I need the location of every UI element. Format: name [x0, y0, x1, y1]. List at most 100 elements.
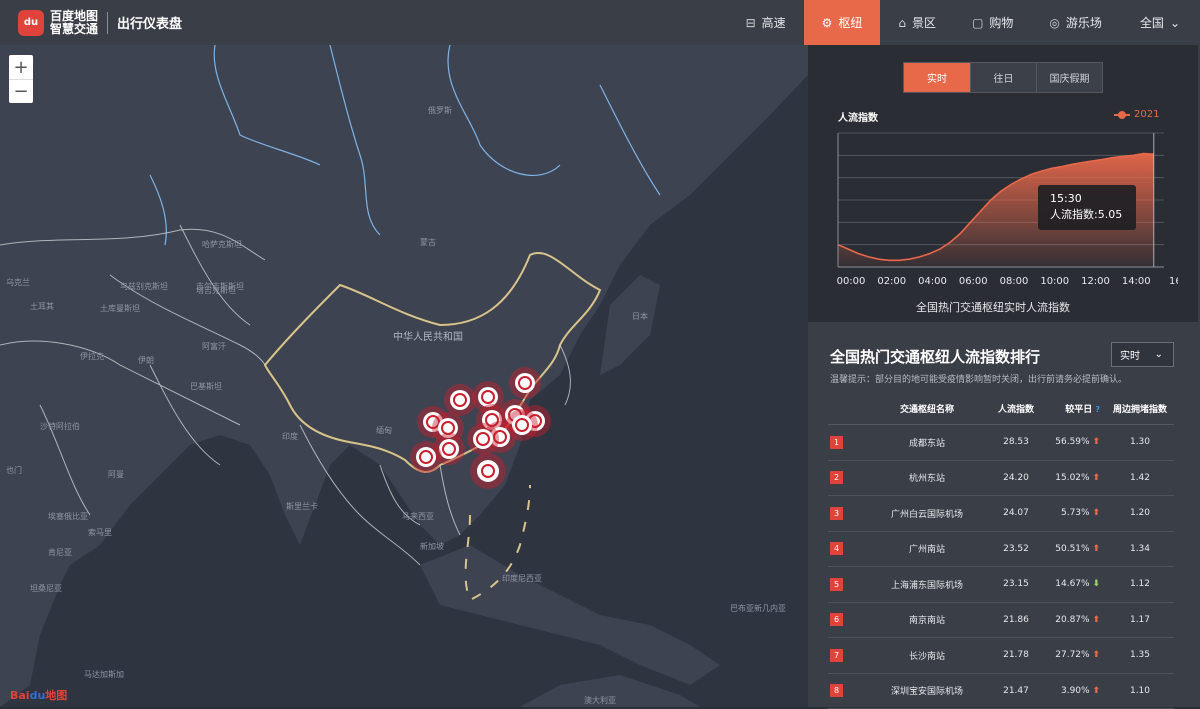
nav-hub[interactable]: ⚙枢纽	[804, 0, 881, 45]
map-label-indonesia: 印度尼西亚	[502, 573, 542, 584]
table-row[interactable]: 7长沙南站21.7827.72% ⬆1.35	[828, 638, 1174, 674]
arrow-up-icon: ⬆	[1092, 508, 1100, 518]
table-row[interactable]: 1成都东站28.5356.59% ⬆1.30	[828, 425, 1174, 461]
compare-value: 20.87%	[1055, 615, 1089, 625]
nav-highway[interactable]: ⊟ 高速	[728, 0, 804, 45]
x-tick-label: 06:00	[959, 276, 988, 285]
map-label-australia: 澳大利亚	[584, 695, 616, 706]
rank-badge: 5	[830, 578, 843, 591]
map-label-iran: 伊朗	[138, 355, 154, 366]
brand-line2: 智慧交通	[50, 23, 98, 36]
chart-title: 人流指数	[838, 109, 878, 124]
compare-value: 14.67%	[1055, 579, 1089, 589]
header-name: 交通枢纽名称	[864, 402, 990, 415]
table-row[interactable]: 8深圳宝安国际机场21.473.90% ⬆1.10	[828, 674, 1174, 709]
ranking-tip: 温馨提示：部分目的地可能受疫情影响暂时关闭，出行前请务必提前确认。	[830, 372, 1127, 385]
table-row[interactable]: 6南京南站21.8620.87% ⬆1.17	[828, 603, 1174, 639]
rank-badge: 3	[830, 507, 843, 520]
zoom-in-button[interactable]: +	[9, 55, 33, 79]
tab-national-day[interactable]: 国庆假期	[1036, 63, 1102, 92]
table-row[interactable]: 4广州南站23.5250.51% ⬆1.34	[828, 532, 1174, 568]
compare-cell: 5.73% ⬆	[1042, 508, 1106, 518]
table-body: 1成都东站28.5356.59% ⬆1.302杭州东站24.2015.02% ⬆…	[828, 425, 1174, 709]
map-label-somalia: 索马里	[88, 527, 112, 538]
map-label-india: 印度	[282, 431, 298, 442]
rank-badge: 7	[830, 649, 843, 662]
compare-value: 56.59%	[1055, 437, 1089, 447]
ranking-period-select[interactable]: 实时⌄	[1111, 342, 1174, 367]
map-label-ethiopia: 埃塞俄比亚	[48, 511, 88, 522]
scenic-icon: ⌂	[898, 16, 906, 30]
map-label-uzbekistan: 乌兹别克斯坦	[120, 281, 168, 292]
congestion-index: 1.20	[1106, 508, 1174, 518]
compare-value: 15.02%	[1055, 473, 1089, 483]
x-tick-label: 10:00	[1040, 276, 1069, 285]
brand-logo[interactable]: du 百度地图 智慧交通 出行仪表盘	[18, 10, 182, 36]
chart-legend[interactable]: 2021	[1114, 109, 1159, 120]
chevron-down-icon: ⌄	[1155, 349, 1163, 360]
congestion-index: 1.30	[1106, 437, 1174, 447]
header-compare: 较平日 ?	[1042, 402, 1106, 415]
nav-scenic[interactable]: ⌂景区	[880, 0, 954, 45]
hub-icon: ⚙	[822, 16, 833, 30]
arrow-up-icon: ⬆	[1092, 473, 1100, 483]
rank-cell: 4	[828, 542, 864, 555]
rank-cell: 8	[828, 684, 864, 697]
table-row[interactable]: 5上海浦东国际机场23.1514.67% ⬇1.12	[828, 567, 1174, 603]
nav-label: 高速	[762, 14, 786, 31]
zoom-control: + −	[9, 55, 33, 103]
map-canvas	[0, 45, 808, 707]
legend-label: 2021	[1134, 109, 1159, 120]
legend-line-icon	[1114, 114, 1130, 116]
x-tick-label: 02:00	[877, 276, 906, 285]
congestion-index: 1.34	[1106, 544, 1174, 554]
chevron-down-icon: ⌄	[1170, 16, 1180, 30]
baidu-map-logo[interactable]: Baidu地图	[10, 687, 67, 703]
table-header: 交通枢纽名称 人流指数 较平日 ? 周边拥堵指数	[828, 393, 1174, 425]
hub-name: 杭州东站	[864, 471, 990, 484]
region-dropdown[interactable]: 全国⌄	[1120, 0, 1200, 45]
arrow-up-icon: ⬆	[1092, 686, 1100, 696]
rank-cell: 6	[828, 613, 864, 626]
nav-shopping[interactable]: ▢购物	[954, 0, 1031, 45]
nav-label: 游乐场	[1066, 14, 1102, 31]
baidu-logo-icon: du	[18, 10, 44, 36]
map-label-iraq: 伊拉克	[80, 351, 104, 362]
nav-label: 购物	[989, 14, 1013, 31]
rank-cell: 3	[828, 507, 864, 520]
hub-name: 长沙南站	[864, 649, 990, 662]
arrow-up-icon: ⬆	[1092, 544, 1100, 554]
highway-icon: ⊟	[746, 16, 756, 30]
tab-realtime[interactable]: 实时	[904, 63, 970, 92]
compare-value: 3.90%	[1061, 686, 1090, 696]
arrow-down-icon: ⬇	[1092, 579, 1100, 589]
map-view[interactable]: + − 俄罗斯 哈萨克斯坦 蒙古 中华人民共和国 日本 乌兹别克斯坦 吉尔吉斯斯…	[0, 45, 808, 707]
logo-bai: Bai	[10, 689, 30, 702]
rank-badge: 2	[830, 471, 843, 484]
compare-value: 5.73%	[1061, 508, 1090, 518]
rank-cell: 7	[828, 649, 864, 662]
compare-cell: 56.59% ⬆	[1042, 437, 1106, 447]
map-label-afghanistan: 阿富汗	[202, 341, 226, 352]
map-label-tanzania: 坦桑尼亚	[30, 583, 62, 594]
compare-cell: 3.90% ⬆	[1042, 686, 1106, 696]
brand-divider	[107, 12, 108, 34]
map-label-myanmar: 缅甸	[376, 425, 392, 436]
flow-index: 23.52	[990, 544, 1042, 554]
header-index: 人流指数	[990, 402, 1042, 415]
help-icon[interactable]: ?	[1095, 405, 1100, 414]
header-congestion: 周边拥堵指数	[1106, 402, 1174, 415]
side-panel: 实时 往日 国庆假期 人流指数 2021 00:0002:0004:0006:0…	[808, 45, 1200, 707]
flow-index: 24.20	[990, 473, 1042, 483]
compare-cell: 50.51% ⬆	[1042, 544, 1106, 554]
tab-history[interactable]: 往日	[970, 63, 1036, 92]
compare-value: 50.51%	[1055, 544, 1089, 554]
nav-amusement[interactable]: ◎游乐场	[1031, 0, 1120, 45]
chart-tooltip: 15:30 人流指数:5.05	[1038, 185, 1136, 230]
table-row[interactable]: 3广州白云国际机场24.075.73% ⬆1.20	[828, 496, 1174, 532]
rank-badge: 1	[830, 436, 843, 449]
table-row[interactable]: 2杭州东站24.2015.02% ⬆1.42	[828, 461, 1174, 497]
ranking-title: 全国热门交通枢纽人流指数排行	[830, 346, 1040, 367]
zoom-out-button[interactable]: −	[9, 79, 33, 103]
tooltip-value: 人流指数:5.05	[1050, 207, 1124, 223]
